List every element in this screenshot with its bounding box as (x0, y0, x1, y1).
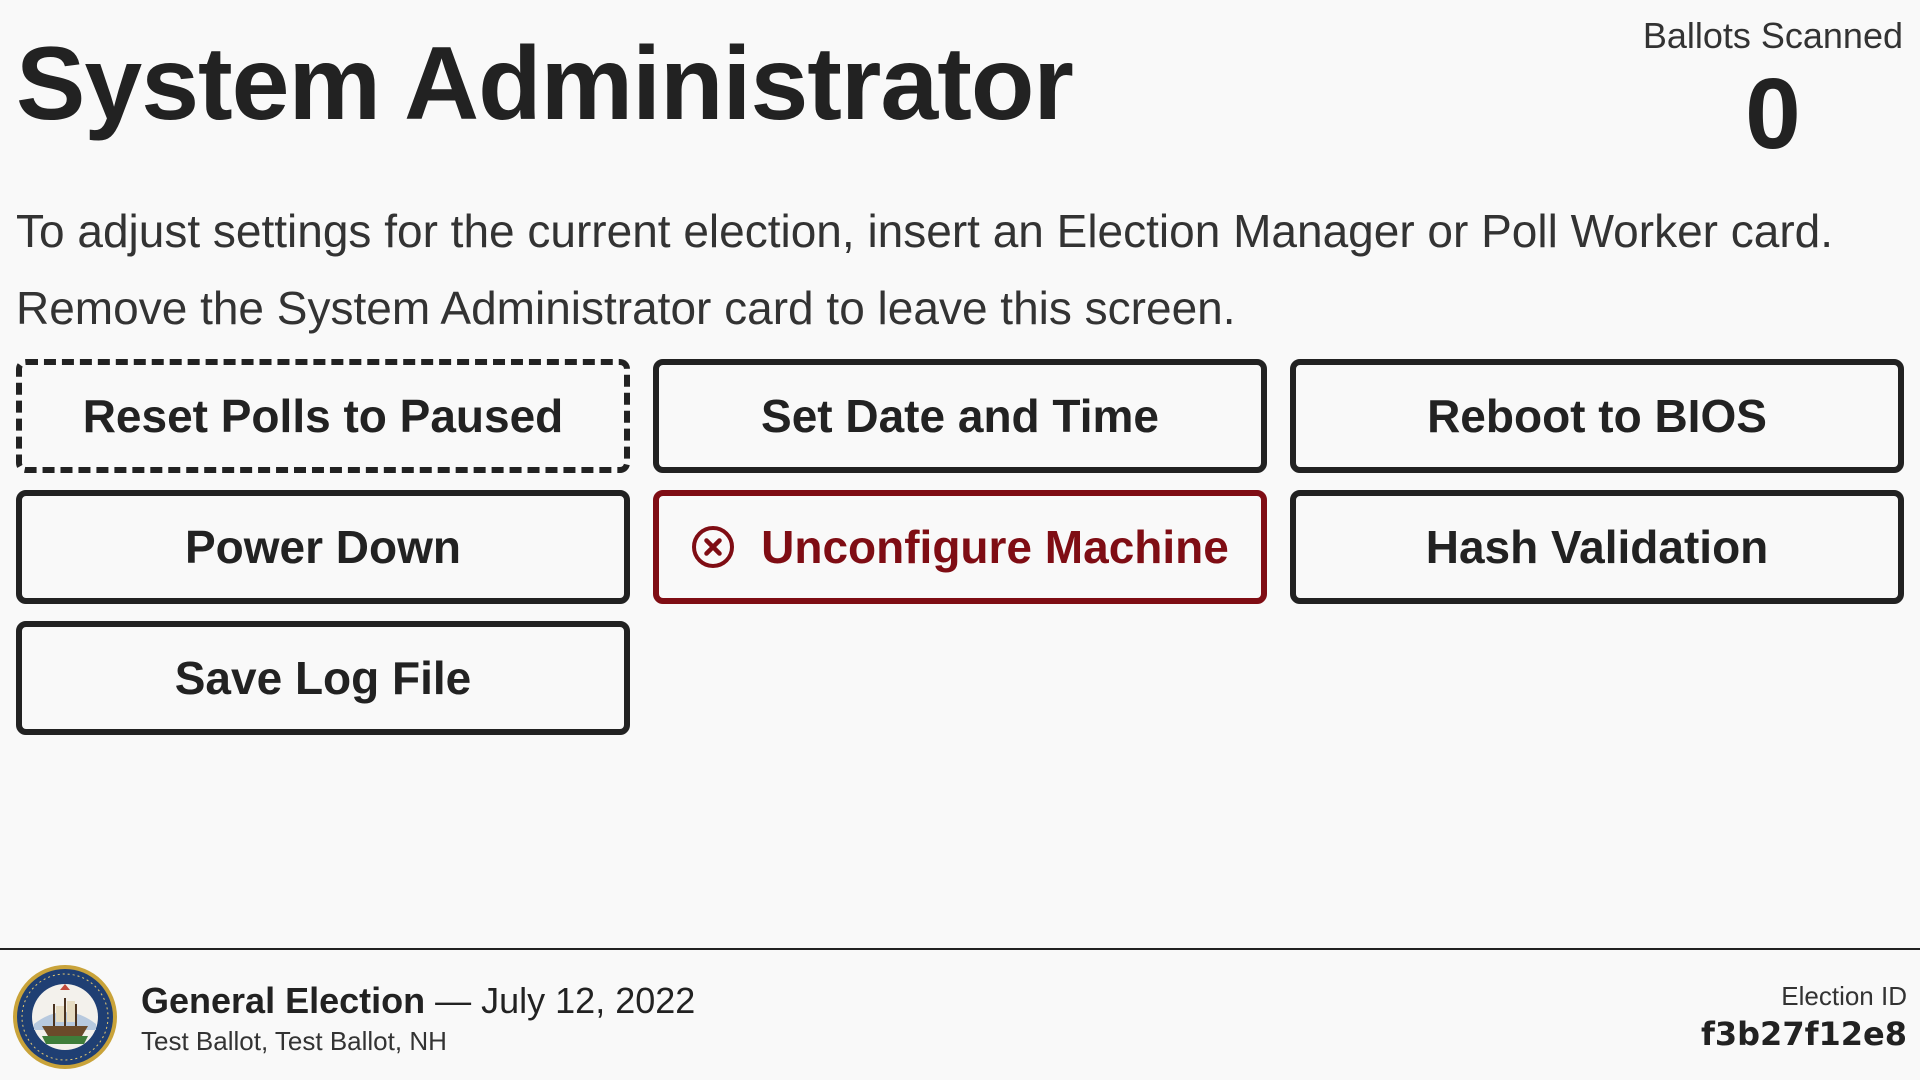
election-id: Election ID f3b27f12e8 (1701, 980, 1907, 1054)
state-seal-icon (12, 964, 118, 1070)
unconfigure-machine-label: Unconfigure Machine (761, 521, 1229, 573)
set-date-time-button[interactable]: Set Date and Time (653, 359, 1267, 473)
election-heading: General Election — July 12, 2022 (141, 980, 695, 1022)
hash-validation-button[interactable]: Hash Validation (1290, 490, 1904, 604)
election-info-bar: General Election — July 12, 2022 Test Ba… (0, 948, 1920, 1080)
ballot-style-info: Test Ballot, Test Ballot, NH (141, 1026, 447, 1056)
save-log-file-button[interactable]: Save Log File (16, 621, 630, 735)
admin-screen: System Administrator Ballots Scanned 0 T… (0, 0, 1920, 1080)
reset-polls-button[interactable]: Reset Polls to Paused (16, 359, 630, 473)
circle-x-icon (691, 525, 735, 569)
ballots-scanned-counter: Ballots Scanned 0 (1643, 14, 1903, 164)
power-down-button[interactable]: Power Down (16, 490, 630, 604)
election-id-value: f3b27f12e8 (1700, 1015, 1907, 1053)
instruction-remove-card: Remove the System Administrator card to … (16, 282, 1236, 334)
admin-actions: Reset Polls to Paused Set Date and Time … (16, 359, 1904, 735)
main-content: System Administrator Ballots Scanned 0 T… (0, 0, 1920, 949)
instruction-insert-card: To adjust settings for the current elect… (16, 205, 1834, 257)
unconfigure-machine-button[interactable]: Unconfigure Machine (653, 490, 1267, 604)
election-title: General Election (141, 980, 426, 1021)
election-id-label: Election ID (1781, 981, 1907, 1011)
election-separator: — (425, 980, 482, 1021)
ballots-scanned-count: 0 (1745, 58, 1801, 170)
ballots-scanned-label: Ballots Scanned (1642, 15, 1903, 56)
election-date: July 12, 2022 (481, 980, 696, 1021)
page-title: System Administrator (16, 26, 1074, 142)
reboot-to-bios-button[interactable]: Reboot to BIOS (1290, 359, 1904, 473)
election-info: General Election — July 12, 2022 Test Ba… (141, 980, 695, 1058)
